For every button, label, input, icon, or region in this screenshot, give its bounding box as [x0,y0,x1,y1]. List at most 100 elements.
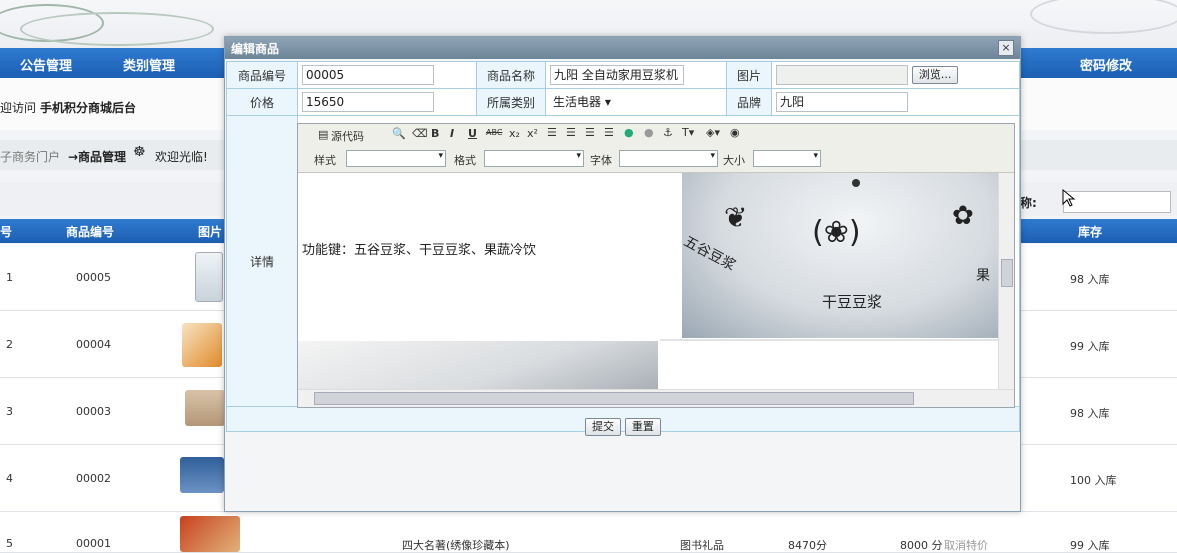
code-label: 商品编号 [226,61,298,89]
align-right-icon[interactable]: ☰ [585,126,595,139]
vertical-scrollbar[interactable] [998,173,1014,389]
category-label: 所属类别 [476,88,546,116]
image-label: 图片 [726,61,772,89]
chevron-down-icon: ▾ [710,151,715,161]
source-button[interactable]: 源代码 [331,128,364,144]
decor-swirl-icon [1030,0,1177,34]
row-stock[interactable]: 98 入库 [1070,405,1110,421]
row-code: 00001 [76,537,111,550]
brand-label: 品牌 [726,88,772,116]
row-stock[interactable]: 99 入库 [1070,338,1110,354]
horizontal-scrollbar[interactable] [298,389,1014,407]
dialog-titlebar[interactable]: 编辑商品 × [225,37,1020,59]
italic-icon[interactable]: I [450,127,454,140]
link-icon[interactable]: ● [624,126,634,139]
eraser-icon[interactable]: ⌫ [412,127,428,140]
breadcrumb-current: →商品管理 [68,150,127,164]
detail-text: 功能键：五谷豆浆、干豆豆浆、果蔬冷饮 [302,243,537,258]
bg-color-icon[interactable]: ◈▾ [706,126,720,139]
image-file-input[interactable] [776,65,908,85]
breadcrumb-portal[interactable]: 子商务门户 [0,148,60,165]
nav-category[interactable]: 类别管理 [123,55,175,74]
row-stock[interactable]: 100 入库 [1070,472,1117,488]
underline-icon[interactable]: U [468,127,477,140]
superscript-icon[interactable]: x² [527,127,538,140]
rich-text-editor: ▤ 源代码 🔍 ⌫ B I U ABC x₂ x² ☰ ☰ ☰ ☰ ● ● ⚓ … [297,123,1015,408]
preview-icon[interactable]: 🔍 [392,127,406,140]
product-thumbnail [180,457,224,493]
price-label: 价格 [226,88,298,116]
row-code: 00004 [76,338,111,351]
product-thumbnail [185,390,225,426]
font-label: 字体 [590,154,612,167]
row-code: 00002 [76,472,111,485]
col-image: 图片 [198,225,223,239]
image-label-dry-bean: 干豆豆浆 [822,293,883,311]
beans-icon: (❀) [812,215,861,250]
row-stock[interactable]: 98 入库 [1070,271,1110,287]
browse-button[interactable]: 浏览... [911,66,959,84]
scroll-thumb[interactable] [1001,259,1013,287]
price-input[interactable]: 15650 [302,92,434,112]
chevron-down-icon: ▾ [813,151,818,161]
row-index: 3 [6,405,13,418]
size-select[interactable]: ▾ [753,150,821,167]
col-index: 号 [0,225,13,239]
format-label: 格式 [454,154,476,167]
row-index: 4 [6,472,13,485]
dialog-title: 编辑商品 [231,42,280,56]
code-input[interactable]: 00005 [302,65,434,85]
search-input[interactable] [1063,191,1171,213]
image-label-grain: 五谷豆浆 [681,233,739,275]
close-button[interactable]: × [998,40,1014,56]
align-left-icon[interactable]: ☰ [547,126,557,139]
bold-icon[interactable]: B [431,127,439,140]
cursor-icon [1062,189,1076,207]
source-icon[interactable]: ▤ [318,128,328,141]
form-actions: 提交 重置 [585,418,661,436]
dot-indicator [852,179,860,187]
row-code: 00005 [76,271,111,284]
bell-icon: ☸ [133,144,146,160]
logo-swirl-icon [20,12,214,46]
product-detail-image: ❦ 五谷豆浆 (❀) 干豆豆浆 ✿ 果 [681,173,998,338]
align-center-icon[interactable]: ☰ [566,126,576,139]
col-stock: 库存 [1078,225,1103,239]
product-photo [298,341,658,389]
row-code: 00003 [76,405,111,418]
format-select[interactable]: ▾ [484,150,584,167]
product-thumbnail [195,252,223,302]
about-icon[interactable]: ◉ [730,126,740,139]
editor-toolbar: ▤ 源代码 🔍 ⌫ B I U ABC x₂ x² ☰ ☰ ☰ ☰ ● ● ⚓ … [298,124,1014,173]
row-index: 1 [6,271,13,284]
submit-button[interactable]: 提交 [585,418,621,436]
table-row: 5 00001 四大名著(绣像珍藏本) 图书礼品 8470分 8000 分 取消… [0,512,1177,553]
chevron-down-icon: ▾ [604,95,611,109]
name-input[interactable]: 九阳 全自动家用豆浆机 [550,65,684,85]
text-color-icon[interactable]: T▾ [682,126,694,139]
reset-button[interactable]: 重置 [624,418,661,436]
greeting-text: 欢迎光临! [155,150,208,164]
fruit-icon: ✿ [952,201,974,231]
brand-input[interactable]: 九阳 [776,92,908,112]
strike-icon[interactable]: ABC [486,128,502,137]
chevron-down-icon: ▾ [438,151,443,161]
nav-announcement[interactable]: 公告管理 [20,55,72,74]
justify-icon[interactable]: ☰ [604,126,614,139]
size-label: 大小 [723,154,745,167]
font-select[interactable]: ▾ [619,150,718,167]
category-select[interactable]: 生活电器 ▾ [550,93,614,111]
subscript-icon[interactable]: x₂ [509,127,520,140]
style-select[interactable]: ▾ [346,150,446,167]
editor-content[interactable]: 功能键：五谷豆浆、干豆豆浆、果蔬冷饮 ❦ 五谷豆浆 (❀) 干豆豆浆 ✿ 果 [298,173,998,389]
search-label: 称: [1020,196,1037,210]
anchor-icon[interactable]: ⚓ [663,126,673,139]
edit-product-dialog: 编辑商品 × 商品编号 00005 商品名称 九阳 全自动家用豆浆机 图片 浏览… [224,36,1021,512]
nav-password[interactable]: 密码修改 [1080,55,1132,74]
product-thumbnail [180,516,240,552]
row-index: 2 [6,338,13,351]
scroll-thumb[interactable] [314,392,914,405]
unlink-icon[interactable]: ● [644,126,654,139]
col-code: 商品编号 [66,225,115,239]
welcome-prefix: 迎访问 [0,101,37,115]
